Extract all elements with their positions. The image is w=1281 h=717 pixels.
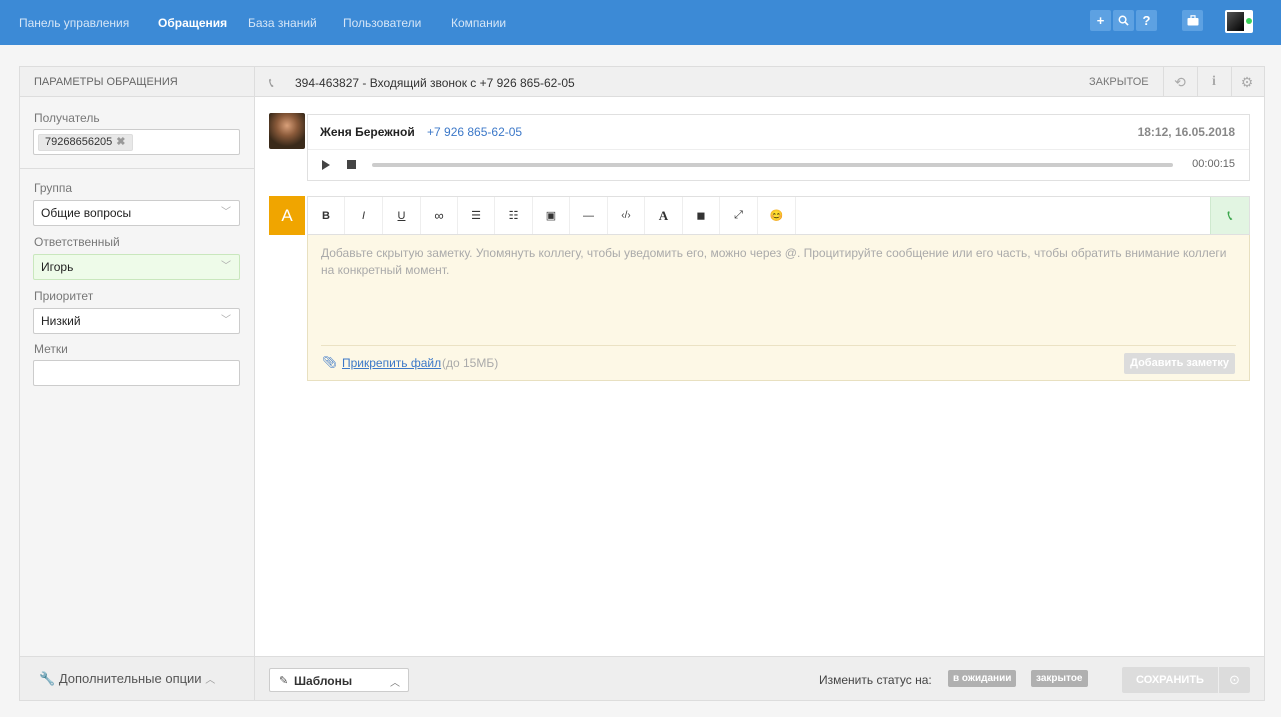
editor-toolbar: B I U ∞ ☰ ☷ ▣ — ‹/› A ◼ ⤢ 😊 📞︎ xyxy=(307,196,1250,235)
online-status-dot xyxy=(1246,18,1252,24)
message-datetime: 18:12, 16.05.2018 xyxy=(1137,125,1235,139)
header-divider xyxy=(1163,67,1164,97)
chevron-down-icon: ﹀ xyxy=(221,315,231,326)
status-closed-button[interactable]: закрытое xyxy=(1031,670,1088,687)
note-author-badge: A xyxy=(269,196,305,235)
nav-item-users[interactable]: Пользователи xyxy=(343,16,421,30)
recipient-label: Получатель xyxy=(34,111,100,125)
group-label: Группа xyxy=(34,181,73,195)
chevron-up-icon: ︿ xyxy=(390,678,400,689)
background-color-icon[interactable]: ◼ xyxy=(683,197,720,234)
message-author: Женя Бережной xyxy=(320,125,415,139)
message-divider xyxy=(308,149,1249,150)
image-icon[interactable]: ▣ xyxy=(533,197,570,234)
priority-label: Приоритет xyxy=(34,289,94,303)
call-message: Женя Бережной +7 926 865-62-05 18:12, 16… xyxy=(307,114,1250,181)
remove-tag-icon[interactable]: ✖ xyxy=(116,136,125,148)
link-icon[interactable]: ∞ xyxy=(421,197,458,234)
avatar xyxy=(1227,12,1244,31)
help-icon[interactable]: ? xyxy=(1136,10,1157,31)
emoji-icon[interactable]: 😊 xyxy=(758,197,796,234)
attach-size-limit: (до 15МБ) xyxy=(442,356,499,370)
play-icon[interactable] xyxy=(322,160,330,170)
paperclip-icon: 📎︎ xyxy=(322,355,338,369)
nav-item-companies[interactable]: Компании xyxy=(451,16,506,30)
add-note-button[interactable]: Добавить заметку xyxy=(1124,353,1235,374)
attach-file-link[interactable]: Прикрепить файл xyxy=(342,356,441,370)
header-divider xyxy=(1197,67,1198,97)
change-status-label: Изменить статус на: xyxy=(819,673,932,687)
ticket-panel: ПАРАМЕТРЫ ОБРАЩЕНИЯ Получатель 792686562… xyxy=(19,66,1265,701)
text-color-icon[interactable]: A xyxy=(645,197,683,234)
bold-icon[interactable]: B xyxy=(308,197,345,234)
bullet-list-icon[interactable]: ☷ xyxy=(495,197,533,234)
sidebar-footer: 🔧 Дополнительные опции ︿ xyxy=(20,656,254,700)
history-icon[interactable]: ⟲ xyxy=(1170,72,1190,92)
header-divider xyxy=(1231,67,1232,97)
status-waiting-button[interactable]: в ожидании xyxy=(948,670,1017,687)
plus-icon[interactable]: + xyxy=(1090,10,1111,31)
ticket-content: 📞︎ 394-463827 - Входящий звонок с +7 926… xyxy=(255,67,1264,700)
stop-icon[interactable] xyxy=(347,160,356,169)
note-placeholder: Добавьте скрытую заметку. Упомянуть колл… xyxy=(321,246,1227,277)
templates-label: Шаблоны xyxy=(294,674,353,688)
ticket-header: 📞︎ 394-463827 - Входящий звонок с +7 926… xyxy=(255,67,1264,97)
assignee-label: Ответственный xyxy=(34,235,120,249)
note-divider xyxy=(321,345,1236,346)
recipient-field[interactable]: 79268656205 ✖ xyxy=(33,129,240,155)
user-avatar[interactable] xyxy=(1225,10,1253,33)
chevron-down-icon: ﹀ xyxy=(221,261,231,272)
nav-item-knowledge-base[interactable]: База знаний xyxy=(248,16,317,30)
audio-progress-bar[interactable] xyxy=(372,163,1173,167)
tags-input[interactable] xyxy=(33,360,240,386)
code-icon[interactable]: ‹/› xyxy=(608,197,645,234)
italic-icon[interactable]: I xyxy=(345,197,383,234)
save-options-icon[interactable]: ⊙ xyxy=(1219,667,1250,693)
ticket-footer: ✎ Шаблоны ︿ Изменить статус на: в ожидан… xyxy=(255,656,1264,700)
priority-select-value: Низкий xyxy=(41,314,81,328)
ticket-title: 394-463827 - Входящий звонок с +7 926 86… xyxy=(295,76,575,90)
phone-icon: 📞︎ xyxy=(269,75,274,90)
group-select-value: Общие вопросы xyxy=(41,206,132,220)
search-icon[interactable] xyxy=(1113,10,1134,31)
priority-select[interactable]: Низкий ﹀ xyxy=(33,308,240,334)
top-navigation: Панель управления Обращения База знаний … xyxy=(0,0,1281,45)
avatar xyxy=(269,113,305,149)
info-icon[interactable]: i xyxy=(1204,72,1224,92)
message-phone-link[interactable]: +7 926 865-62-05 xyxy=(427,125,522,139)
group-select[interactable]: Общие вопросы ﹀ xyxy=(33,200,240,226)
assignee-select-value: Игорь xyxy=(41,260,74,274)
sidebar-header: ПАРАМЕТРЫ ОБРАЩЕНИЯ xyxy=(20,67,254,97)
sidebar-divider xyxy=(20,168,255,169)
audio-duration: 00:00:15 xyxy=(1192,158,1235,170)
magic-wand-icon: ✎ xyxy=(279,675,289,687)
ticket-status: ЗАКРЫТОЕ xyxy=(1089,76,1149,88)
chevron-up-icon: ︿ xyxy=(205,675,216,686)
recipient-tag: 79268656205 ✖ xyxy=(38,134,133,151)
more-options-toggle[interactable]: 🔧 Дополнительные опции ︿ xyxy=(39,671,215,687)
fullscreen-icon[interactable]: ⤢ xyxy=(720,197,758,234)
tags-label: Метки xyxy=(34,342,68,356)
wrench-icon: 🔧 xyxy=(39,671,56,686)
templates-button[interactable]: ✎ Шаблоны ︿ xyxy=(269,668,409,692)
save-button[interactable]: СОХРАНИТЬ xyxy=(1122,667,1218,693)
nav-item-dashboard[interactable]: Панель управления xyxy=(19,16,129,30)
underline-icon[interactable]: U xyxy=(383,197,421,234)
call-icon[interactable]: 📞︎ xyxy=(1210,197,1249,234)
ticket-parameters-sidebar: ПАРАМЕТРЫ ОБРАЩЕНИЯ Получатель 792686562… xyxy=(20,67,255,700)
plugin-icon[interactable]: ⚙ xyxy=(1237,72,1257,92)
note-editor[interactable]: Добавьте скрытую заметку. Упомянуть колл… xyxy=(307,235,1250,381)
assignee-select[interactable]: Игорь ﹀ xyxy=(33,254,240,280)
horizontal-rule-icon[interactable]: — xyxy=(570,197,608,234)
ordered-list-icon[interactable]: ☰ xyxy=(458,197,495,234)
briefcase-icon[interactable] xyxy=(1182,10,1203,31)
recipient-tag-label: 79268656205 xyxy=(45,136,113,148)
nav-item-tickets[interactable]: Обращения xyxy=(158,16,227,30)
chevron-down-icon: ﹀ xyxy=(221,207,231,218)
more-options-label: Дополнительные опции xyxy=(58,671,202,686)
